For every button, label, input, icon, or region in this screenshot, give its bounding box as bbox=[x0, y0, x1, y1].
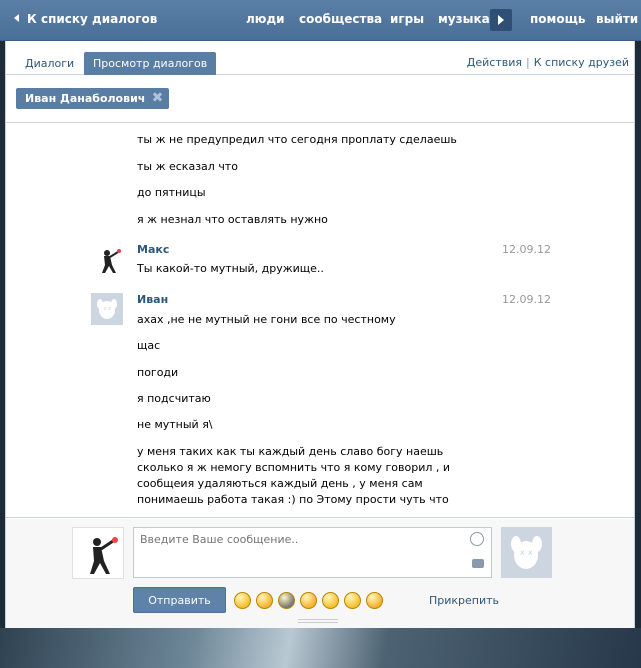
messages-panel: Диалоги Просмотр диалогов Действия | К спи… bbox=[5, 41, 635, 628]
smiley-icon[interactable] bbox=[470, 532, 484, 546]
send-button[interactable]: Отправить bbox=[133, 587, 226, 613]
message-text: ты ж есказал что bbox=[137, 160, 238, 173]
message-text: ты ж не предупредил что сегодня проплату… bbox=[137, 133, 457, 146]
svg-text:x: x bbox=[104, 306, 107, 312]
message-text: я подсчитаю bbox=[137, 392, 211, 405]
recipient-chip[interactable]: Иван Данаболович ✖ bbox=[16, 88, 170, 109]
nav-help[interactable]: помощь bbox=[530, 12, 585, 26]
flower-thrower-icon bbox=[91, 243, 123, 275]
emoji-surprised-icon[interactable] bbox=[344, 592, 361, 609]
tabs-bar: Диалоги Просмотр диалогов Действия | К спи… bbox=[6, 41, 634, 75]
tab-dialogs[interactable]: Диалоги bbox=[16, 53, 83, 75]
message-text: погоди bbox=[137, 366, 179, 379]
message-author-ivan[interactable]: Иван bbox=[137, 293, 168, 306]
emoji-smile-icon[interactable] bbox=[300, 592, 317, 609]
flower-thrower-icon bbox=[73, 528, 123, 578]
nav-logout[interactable]: выйти bbox=[596, 12, 638, 26]
message-text: ахах ,не не мутный не гони все по честно… bbox=[137, 313, 396, 326]
link-separator: | bbox=[526, 56, 530, 69]
music-play-button[interactable] bbox=[490, 9, 512, 31]
my-avatar[interactable] bbox=[72, 527, 124, 579]
message-date: 12.09.12 bbox=[502, 243, 551, 256]
emoji-wink-icon[interactable] bbox=[234, 592, 251, 609]
nav-games[interactable]: игры bbox=[390, 12, 424, 26]
resize-grip[interactable] bbox=[298, 619, 338, 623]
emoji-laugh-icon[interactable] bbox=[366, 592, 383, 609]
message-date: 12.09.12 bbox=[502, 293, 551, 306]
message-author-maks[interactable]: Макс bbox=[137, 243, 169, 256]
message-text: не мутный я\ bbox=[137, 418, 213, 431]
chevron-left-icon bbox=[14, 14, 19, 22]
svg-text:x: x bbox=[108, 306, 111, 312]
message-input[interactable] bbox=[133, 527, 492, 578]
default-dog-avatar-icon: x x bbox=[511, 536, 542, 569]
message-text: до пятницы bbox=[137, 186, 206, 199]
camera-icon[interactable] bbox=[472, 559, 484, 568]
tab-view-dialogs[interactable]: Просмотр диалогов bbox=[84, 52, 217, 75]
recipient-avatar[interactable]: x x bbox=[501, 527, 552, 578]
svg-text:x: x bbox=[528, 548, 533, 557]
emoji-lollipop-icon[interactable] bbox=[322, 592, 339, 609]
tab-right-links: Действия | К списку друзей bbox=[467, 56, 629, 69]
emoji-skull-icon[interactable] bbox=[278, 592, 295, 609]
message-text: я ж незнал что оставлять нужно bbox=[137, 213, 328, 226]
actions-link[interactable]: Действия bbox=[467, 56, 522, 69]
page-background bbox=[0, 628, 641, 668]
back-to-dialogs-link[interactable]: К списку диалогов bbox=[14, 12, 157, 26]
ivan-avatar[interactable]: x x bbox=[91, 293, 123, 325]
close-icon[interactable]: ✖ bbox=[152, 88, 164, 109]
nav-music[interactable]: музыка bbox=[438, 12, 490, 26]
emoji-grin-icon[interactable] bbox=[256, 592, 273, 609]
friends-list-link[interactable]: К списку друзей bbox=[534, 56, 629, 69]
recipient-name: Иван Данаболович bbox=[25, 92, 146, 105]
default-dog-avatar-icon: x x bbox=[97, 299, 117, 319]
message-composer: x x Отправить Прикрепить bbox=[6, 519, 634, 628]
maks-avatar[interactable] bbox=[91, 243, 123, 275]
top-navigation-bar: К списку диалогов люди сообщества игры м… bbox=[0, 0, 641, 41]
nav-communities[interactable]: сообщества bbox=[299, 12, 382, 26]
nav-people[interactable]: люди bbox=[246, 12, 285, 26]
message-text: у меня таких как ты каждый день славо бо… bbox=[137, 445, 451, 506]
back-to-dialogs-label: К списку диалогов bbox=[27, 12, 158, 26]
svg-text:x: x bbox=[520, 548, 525, 557]
message-text: Ты какой-то мутный, дружище.. bbox=[137, 262, 324, 275]
message-text: щас bbox=[137, 339, 161, 352]
dialog-history[interactable]: ты ж не предупредил что сегодня проплату… bbox=[6, 122, 634, 518]
attach-link[interactable]: Прикрепить bbox=[429, 594, 499, 607]
